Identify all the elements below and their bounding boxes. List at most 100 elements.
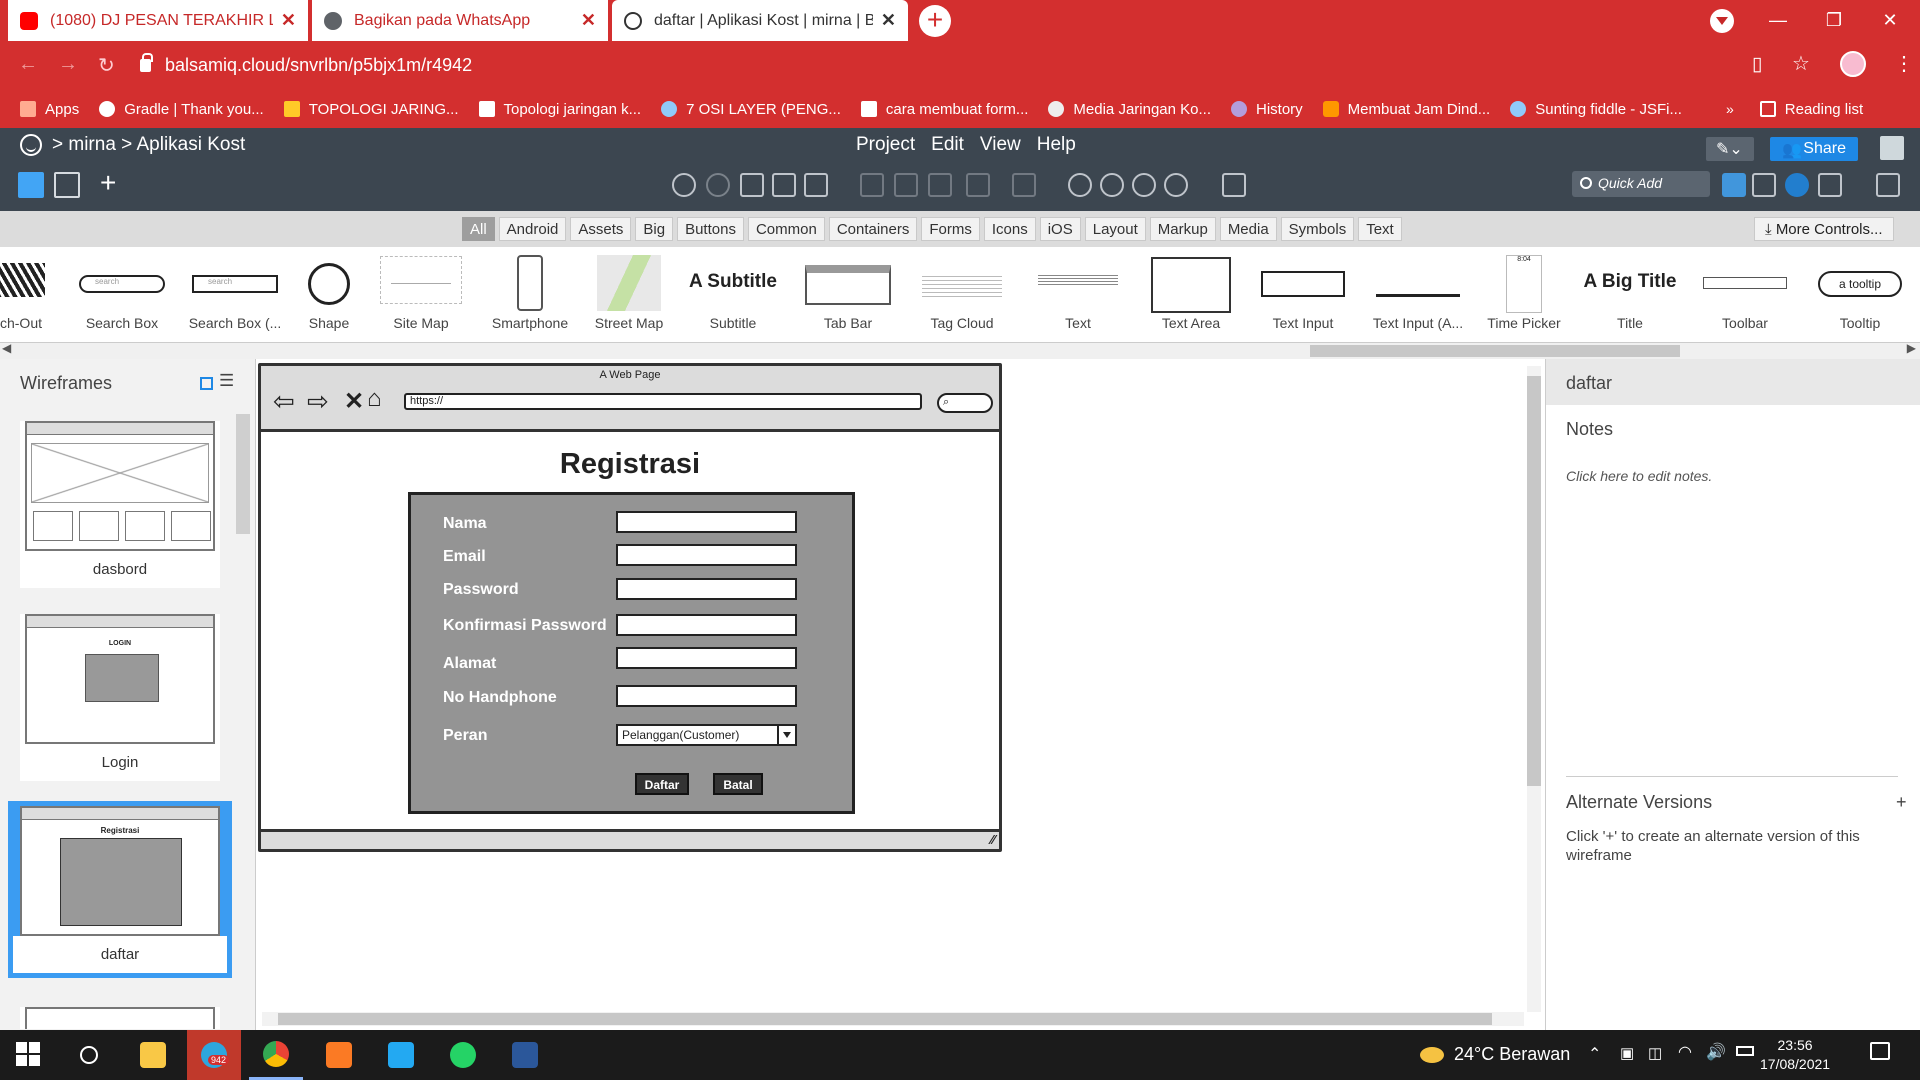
library-item-toolbar[interactable]: Toolbar bbox=[1690, 247, 1800, 343]
share-button[interactable]: 👥 Share bbox=[1770, 137, 1858, 161]
filter-buttons[interactable]: Buttons bbox=[677, 217, 744, 241]
single-view-icon[interactable] bbox=[18, 172, 44, 198]
chevron-up-icon[interactable]: ⌃ bbox=[1588, 1044, 1601, 1064]
list-view-icon[interactable]: ☰ bbox=[219, 371, 234, 391]
filter-symbols[interactable]: Symbols bbox=[1280, 217, 1355, 241]
new-tab-button[interactable]: + bbox=[919, 5, 951, 37]
filter-assets[interactable]: Assets bbox=[570, 217, 632, 241]
copy-icon[interactable] bbox=[740, 173, 764, 197]
more-menu-icon[interactable]: ⋮ bbox=[1894, 51, 1914, 76]
library-item-scratch-out[interactable]: ch-Out bbox=[0, 247, 76, 343]
search-icon[interactable] bbox=[62, 1030, 116, 1080]
library-item-title[interactable]: A Big Title Title bbox=[1575, 247, 1685, 343]
filter-media[interactable]: Media bbox=[1219, 217, 1277, 241]
menu-view[interactable]: View bbox=[980, 134, 1021, 156]
library-item-time-picker[interactable]: 8:04 Time Picker bbox=[1469, 247, 1579, 343]
bookmark-star-icon[interactable]: ☆ bbox=[1792, 51, 1810, 76]
library-item-tab-bar[interactable]: Tab Bar bbox=[793, 247, 903, 343]
chevron-right-icon[interactable]: » bbox=[1726, 101, 1734, 117]
ungroup-icon[interactable] bbox=[894, 173, 918, 197]
bookmark-media[interactable]: Media Jaringan Ko... bbox=[1048, 101, 1211, 118]
filter-big[interactable]: Big bbox=[635, 217, 674, 241]
reload-icon[interactable]: ↻ bbox=[98, 53, 115, 78]
bookmark-history[interactable]: History bbox=[1231, 101, 1303, 118]
filter-markup[interactable]: Markup bbox=[1149, 217, 1216, 241]
file-explorer-icon[interactable] bbox=[126, 1030, 180, 1080]
undo-icon[interactable] bbox=[672, 173, 696, 197]
phone-input[interactable] bbox=[616, 685, 797, 707]
user-avatar[interactable] bbox=[1880, 136, 1904, 160]
library-item-site-map[interactable]: Site Map bbox=[366, 247, 476, 343]
filter-ios[interactable]: iOS bbox=[1039, 217, 1081, 241]
bookmark-jsfiddle[interactable]: Sunting fiddle - JSFi... bbox=[1510, 101, 1682, 118]
canvas-horizontal-scrollbar[interactable] bbox=[262, 1012, 1524, 1026]
library-scrollbar[interactable]: ◀ ▶ bbox=[0, 341, 1920, 359]
network-icon[interactable]: ◫ bbox=[1648, 1044, 1662, 1062]
add-alternate-version-button[interactable]: + bbox=[1896, 792, 1907, 813]
bookmark-topologi-k[interactable]: Topologi jaringan k... bbox=[478, 101, 641, 118]
edit-mode-button[interactable]: ✎⌄ bbox=[1706, 137, 1754, 161]
single-view-toggle-icon[interactable] bbox=[200, 377, 213, 390]
library-item-text[interactable]: Text bbox=[1023, 247, 1133, 343]
profile-avatar[interactable] bbox=[1840, 51, 1866, 77]
browser-tab-youtube[interactable]: (1080) DJ PESAN TERAKHIR LYOD ✕ bbox=[8, 0, 308, 41]
wireframe-card-dasbord[interactable]: dasbord bbox=[20, 421, 220, 588]
browser-tab-balsamiq[interactable]: daftar | Aplikasi Kost | mirna | Bal ✕ bbox=[612, 0, 908, 41]
bookmark-form[interactable]: cara membuat form... bbox=[860, 101, 1028, 118]
alamat-input[interactable] bbox=[616, 647, 797, 669]
browser-window-mockup[interactable]: A Web Page ⇦ ⇨ ✕ ⌂ https:// ⌕ Registrasi… bbox=[258, 363, 1002, 852]
weather-widget[interactable]: 24°C Berawan bbox=[1420, 1044, 1570, 1065]
notes-icon[interactable] bbox=[1818, 173, 1842, 197]
windows-start-icon[interactable] bbox=[2, 1030, 56, 1080]
wifi-icon[interactable]: ◠ bbox=[1678, 1042, 1692, 1062]
zoom-fit-icon[interactable] bbox=[1164, 173, 1188, 197]
notification-center-icon[interactable] bbox=[1870, 1042, 1890, 1060]
browser-tab-whatsapp[interactable]: Bagikan pada WhatsApp ✕ bbox=[312, 0, 608, 41]
close-icon[interactable]: ✕ bbox=[281, 10, 296, 31]
arrange-icon[interactable] bbox=[928, 173, 952, 197]
back-icon[interactable]: ← bbox=[18, 53, 38, 76]
library-item-tooltip[interactable]: a tooltip Tooltip bbox=[1805, 247, 1915, 343]
ui-library-icon[interactable] bbox=[1722, 173, 1746, 197]
clipboard-icon[interactable]: ▯ bbox=[1752, 53, 1762, 76]
close-icon[interactable]: ✕ bbox=[881, 10, 896, 31]
bookmark-gradle[interactable]: Gradle | Thank you... bbox=[99, 101, 264, 118]
library-item-text-input-alt[interactable]: Text Input (A... bbox=[1363, 247, 1473, 343]
zoom-in-icon[interactable] bbox=[1100, 173, 1124, 197]
scroll-left-icon[interactable]: ◀ bbox=[2, 341, 11, 355]
xampp-icon[interactable] bbox=[312, 1030, 366, 1080]
add-wireframe-icon[interactable]: + bbox=[100, 169, 116, 197]
tab-search-icon[interactable] bbox=[1710, 9, 1734, 33]
chrome-icon[interactable] bbox=[249, 1030, 303, 1080]
paste-icon[interactable] bbox=[772, 173, 796, 197]
inspector-title[interactable]: daftar bbox=[1546, 359, 1920, 405]
daftar-button[interactable]: Daftar bbox=[635, 773, 689, 795]
minimize-icon[interactable]: — bbox=[1750, 0, 1806, 41]
filter-icons[interactable]: Icons bbox=[983, 217, 1036, 241]
canvas-horizontal-scroll-thumb[interactable] bbox=[278, 1013, 1492, 1025]
notes-editor[interactable]: Click here to edit notes. bbox=[1566, 468, 1712, 484]
delete-icon[interactable] bbox=[1222, 173, 1246, 197]
canvas-vertical-scrollbar[interactable] bbox=[1527, 366, 1541, 1012]
filter-containers[interactable]: Containers bbox=[828, 217, 918, 241]
password-input[interactable] bbox=[616, 578, 797, 600]
clipboard-icon[interactable] bbox=[804, 173, 828, 197]
word-icon[interactable] bbox=[498, 1030, 552, 1080]
align-icon[interactable] bbox=[966, 173, 990, 197]
redo-icon[interactable] bbox=[706, 173, 730, 197]
info-icon[interactable] bbox=[1785, 173, 1809, 197]
menu-project[interactable]: Project bbox=[856, 134, 915, 156]
restore-icon[interactable]: ❐ bbox=[1806, 0, 1862, 41]
url-omnibox[interactable]: balsamiq.cloud/snvrlbn/p5bjx1m/r4942 bbox=[140, 46, 1760, 85]
wireframe-card-login[interactable]: LOGIN Login bbox=[20, 614, 220, 781]
batal-button[interactable]: Batal bbox=[713, 773, 763, 795]
role-select[interactable]: Pelanggan(Customer) bbox=[616, 724, 797, 746]
canvas-vertical-scroll-thumb[interactable] bbox=[1527, 376, 1541, 786]
whatsapp-icon[interactable] bbox=[436, 1030, 490, 1080]
wireframe-card-next[interactable] bbox=[20, 1007, 220, 1029]
library-item-street-map[interactable]: Street Map bbox=[574, 247, 684, 343]
lock-item-icon[interactable] bbox=[1012, 173, 1036, 197]
zoom-out-icon[interactable] bbox=[1068, 173, 1092, 197]
vscode-icon[interactable] bbox=[374, 1030, 428, 1080]
library-item-smartphone[interactable]: Smartphone bbox=[475, 247, 585, 343]
